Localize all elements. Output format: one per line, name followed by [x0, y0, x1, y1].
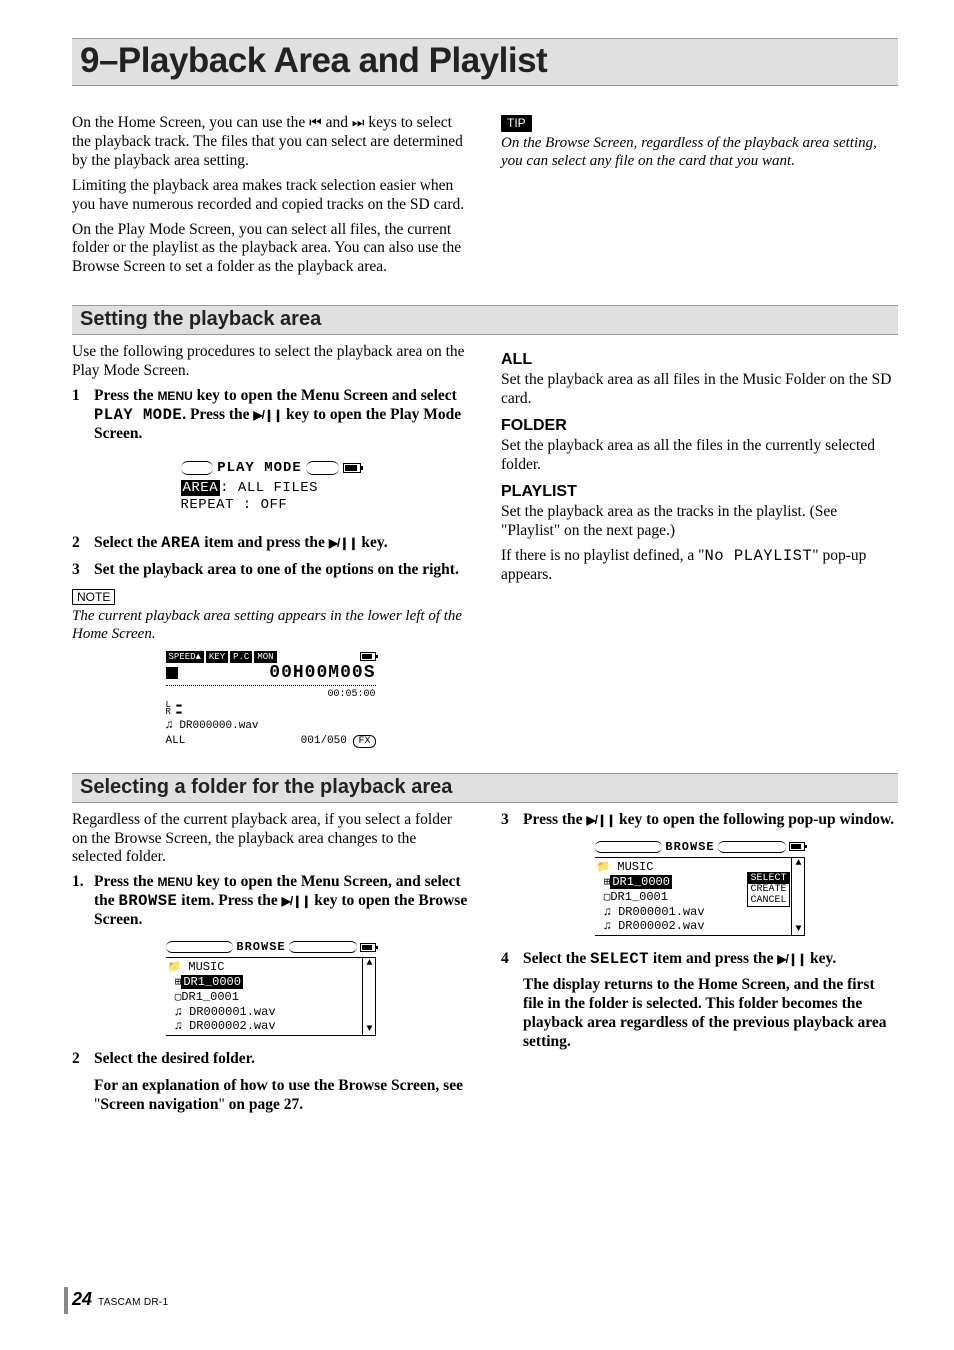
music-note-icon: ♫	[166, 718, 173, 732]
section-heading-1: Setting the playback area	[72, 305, 898, 335]
note-label: NOTE	[72, 589, 115, 605]
sec2-step3: 3 Press the key to open the following po…	[501, 811, 898, 830]
page-title: 9–Playback Area and Playlist	[80, 41, 898, 81]
folder-heading: FOLDER	[501, 417, 898, 435]
play-pause-icon	[329, 534, 358, 550]
all-text: Set the playback area as all files in th…	[501, 371, 898, 409]
play-pause-icon	[253, 406, 282, 422]
sec1-step1: 1 Press the MENU key to open the Menu Sc…	[72, 387, 469, 444]
note-box: NOTE The current playback area setting a…	[72, 588, 469, 643]
lcd-play-mode: PLAY MODE AREA: ALL FILES REPEAT : OFF	[171, 454, 371, 520]
intro-p1: On the Home Screen, you can use the and …	[72, 114, 469, 171]
intro-p3: On the Play Mode Screen, you can select …	[72, 221, 469, 278]
folder-text: Set the playback area as all the files i…	[501, 437, 898, 475]
sec2-step2: 2 Select the desired folder.	[72, 1050, 469, 1069]
note-text: The current playback area setting appear…	[72, 607, 469, 643]
playlist-heading: PLAYLIST	[501, 483, 898, 501]
next-track-icon	[352, 114, 365, 130]
sec2-intro: Regardless of the current playback area,…	[72, 811, 469, 868]
sec2-step4: 4 Select the SELECT item and press the k…	[501, 950, 898, 969]
tip-label: TIP	[501, 115, 532, 132]
sec2-step1: 1. Press the MENU key to open the Menu S…	[72, 873, 469, 930]
section-heading-2: Selecting a folder for the playback area	[72, 773, 898, 803]
battery-icon	[343, 463, 361, 473]
tip-text: On the Browse Screen, regardless of the …	[501, 134, 898, 170]
intro-p2: Limiting the playback area makes track s…	[72, 177, 469, 215]
play-pause-icon	[282, 892, 311, 908]
stop-icon	[166, 667, 178, 679]
playlist-text1: Set the playback area as the tracks in t…	[501, 503, 898, 541]
battery-icon	[789, 842, 805, 851]
sec1-step2: 2 Select the AREA item and press the key…	[72, 534, 469, 553]
page-title-bar: 9–Playback Area and Playlist	[72, 38, 898, 86]
tip-box: TIP On the Browse Screen, regardless of …	[501, 114, 898, 170]
product-name: TASCAM DR-1	[98, 1297, 168, 1308]
page-number: 24	[72, 1289, 92, 1310]
prev-track-icon	[309, 114, 322, 130]
browse-popup-menu: SELECT CREATE CANCEL	[747, 872, 789, 907]
battery-icon	[360, 943, 376, 952]
page-footer: 24 TASCAM DR-1	[72, 1289, 168, 1310]
play-pause-icon	[777, 950, 806, 966]
sec2-step4-text: The display returns to the Home Screen, …	[523, 976, 898, 1052]
all-heading: ALL	[501, 351, 898, 369]
playlist-text2: If there is no playlist defined, a "No P…	[501, 547, 898, 585]
play-pause-icon	[586, 811, 615, 827]
sec2-step2-note: For an explanation of how to use the Bro…	[94, 1077, 469, 1115]
lcd-browse: BROWSE ▲▼ 📁 MUSIC ⊞DR1_0000 ▢DR1_0001 ♫ …	[166, 940, 376, 1036]
sec1-intro: Use the following procedures to select t…	[72, 343, 469, 381]
sec1-step3: 3 Set the playback area to one of the op…	[72, 561, 469, 580]
lcd-browse-popup: BROWSE ▲▼ 📁 MUSIC ⊞DR1_0000 ▢DR1_0001 ♫ …	[595, 840, 805, 936]
battery-icon	[360, 652, 376, 661]
lcd-home-screen: SPEED▲ KEY P.C MON 00H00M00S 00:05:00 L …	[166, 651, 376, 747]
